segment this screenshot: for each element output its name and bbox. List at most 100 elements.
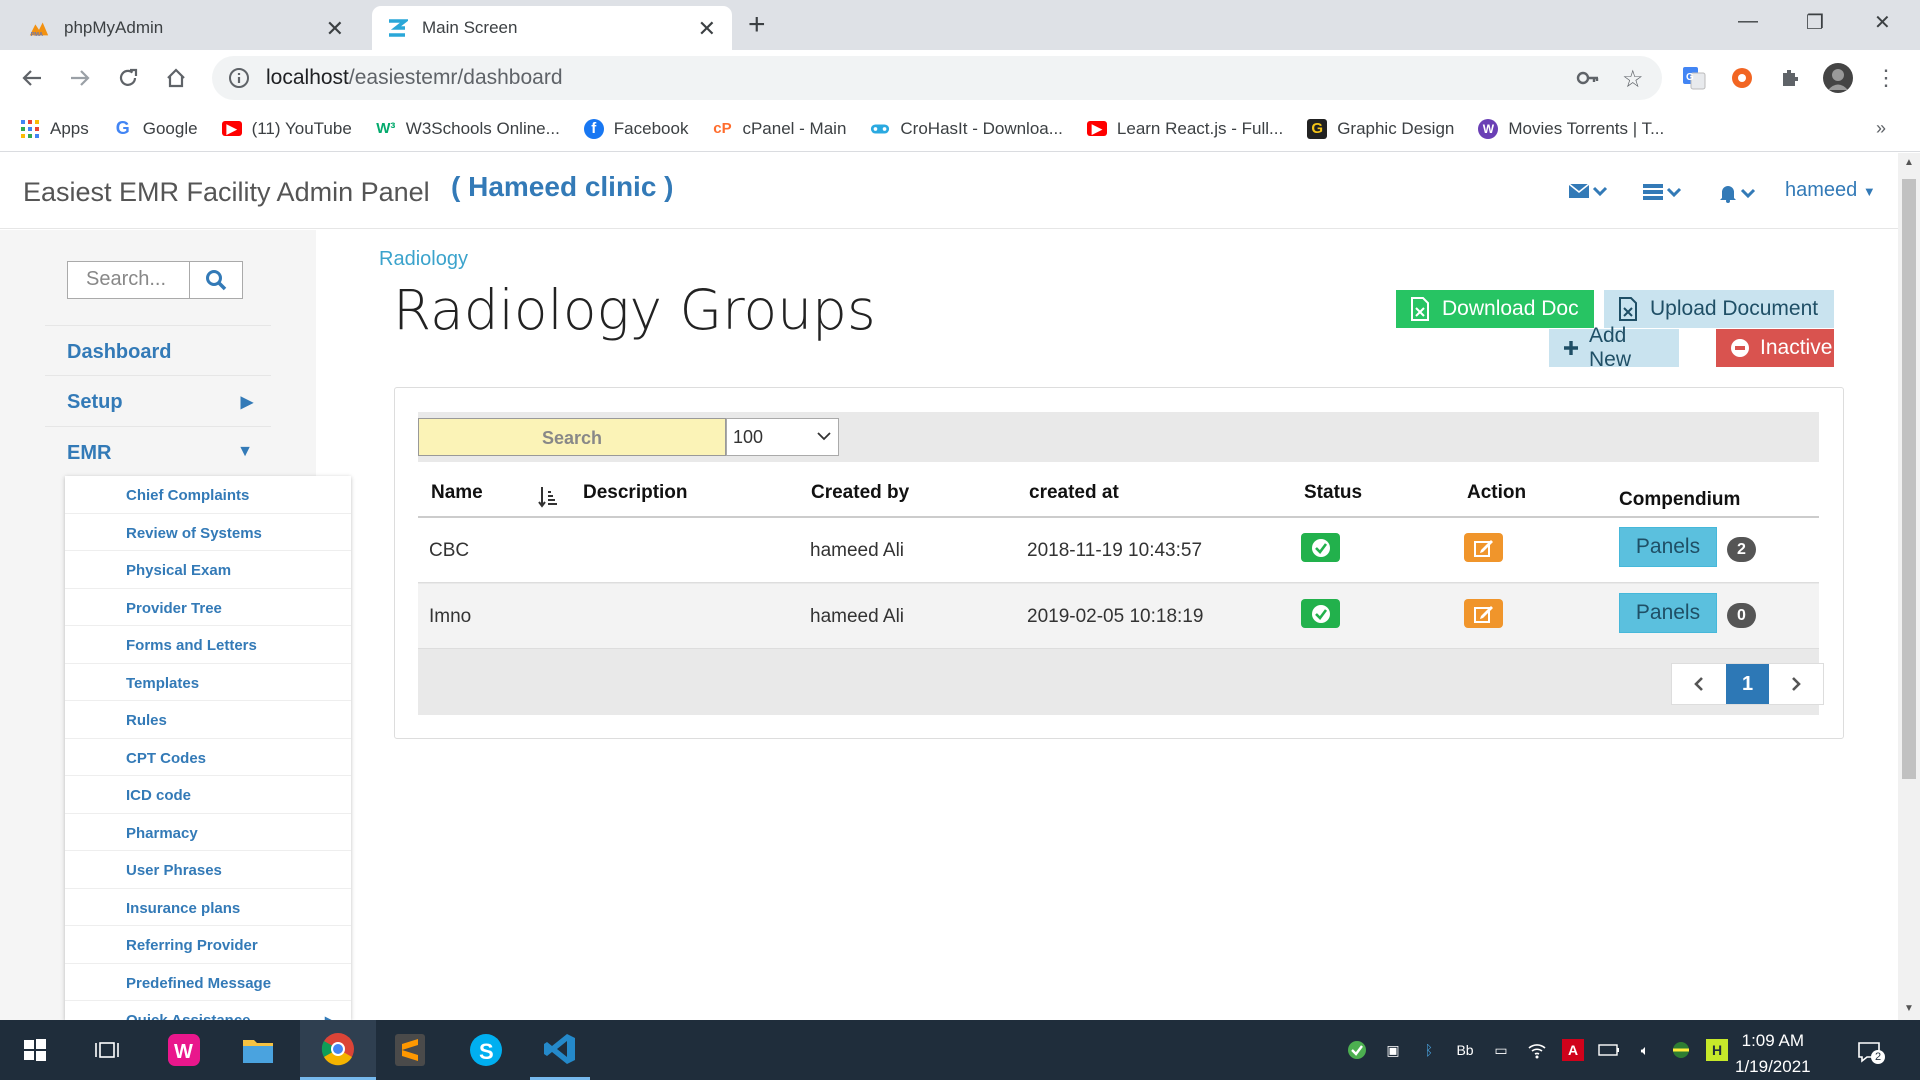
submenu-item[interactable]: Physical Exam: [65, 551, 351, 589]
url-input[interactable]: localhost/easiestemr/dashboard ☆: [212, 56, 1662, 100]
battery-icon[interactable]: [1598, 1039, 1620, 1061]
sidebar-item-setup[interactable]: Setup ▶: [45, 375, 271, 425]
edit-button[interactable]: [1464, 533, 1503, 562]
adobe-icon[interactable]: A: [1562, 1039, 1584, 1061]
submenu-item[interactable]: CPT Codes: [65, 739, 351, 776]
google-translate-icon[interactable]: G: [1678, 62, 1710, 94]
wamp-server-icon[interactable]: W: [154, 1020, 214, 1080]
bookmark-crohasit[interactable]: CroHasIt - Downloa...: [870, 119, 1063, 139]
tray-green-icon[interactable]: [1670, 1039, 1692, 1061]
system-clock[interactable]: 1:09 AM 1/19/2021: [1735, 1028, 1811, 1080]
submenu-item[interactable]: Referring Provider: [65, 926, 351, 964]
panels-button[interactable]: Panels: [1619, 593, 1717, 633]
tray-check-icon[interactable]: [1346, 1039, 1368, 1061]
column-header-compendium[interactable]: Compendium: [1619, 489, 1740, 511]
tray-camera-icon[interactable]: ▣: [1382, 1039, 1404, 1061]
volume-icon[interactable]: 🔈︎: [1634, 1039, 1656, 1061]
submenu-item[interactable]: Insurance plans: [65, 889, 351, 926]
extensions-puzzle-icon[interactable]: [1774, 62, 1806, 94]
scroll-down-icon[interactable]: ▼: [1904, 1003, 1914, 1014]
chrome-icon[interactable]: [300, 1020, 376, 1080]
bookmark-facebook[interactable]: f Facebook: [583, 118, 688, 139]
tray-font-icon[interactable]: Bb: [1454, 1039, 1476, 1061]
submenu-item[interactable]: Quick Assistance ▶: [65, 1001, 351, 1020]
search-icon[interactable]: [190, 262, 242, 298]
bookmark-w3schools[interactable]: W³ W3Schools Online...: [376, 119, 560, 139]
column-header-created-at[interactable]: created at: [1029, 482, 1119, 504]
sort-icon[interactable]: [538, 486, 558, 508]
tab-phpmyadmin[interactable]: PMA phpMyAdmin ✕: [14, 6, 364, 50]
sidebar-search-input[interactable]: Search...: [68, 262, 190, 298]
sidebar-item-dashboard[interactable]: Dashboard: [45, 325, 271, 375]
skype-icon[interactable]: S: [456, 1020, 516, 1080]
minimize-icon[interactable]: —: [1738, 10, 1758, 33]
sublime-text-icon[interactable]: [380, 1020, 440, 1080]
submenu-item[interactable]: ICD code: [65, 776, 351, 814]
breadcrumb[interactable]: Radiology: [379, 248, 468, 271]
prev-page-icon[interactable]: [1672, 664, 1726, 704]
status-active-toggle[interactable]: [1301, 533, 1340, 562]
forward-icon[interactable]: [64, 62, 96, 94]
vscode-icon[interactable]: [530, 1020, 590, 1080]
close-tab-icon[interactable]: ✕: [698, 16, 716, 42]
tasks-menu[interactable]: [1642, 183, 1682, 201]
bookmark-graphic-design[interactable]: G Graphic Design: [1307, 118, 1454, 139]
next-page-icon[interactable]: [1769, 664, 1823, 704]
column-header-created-by[interactable]: Created by: [811, 482, 909, 504]
bookmark-learn-react[interactable]: ▶ Learn React.js - Full...: [1086, 119, 1283, 139]
profile-avatar[interactable]: [1822, 62, 1854, 94]
column-header-description[interactable]: Description: [583, 482, 688, 504]
inactive-button[interactable]: Inactive: [1716, 329, 1834, 367]
upload-document-button[interactable]: Upload Document: [1604, 290, 1834, 328]
home-icon[interactable]: [160, 62, 192, 94]
reload-icon[interactable]: [112, 62, 144, 94]
column-header-action[interactable]: Action: [1467, 482, 1526, 504]
submenu-item[interactable]: Chief Complaints: [65, 476, 351, 514]
add-new-button[interactable]: Add New: [1549, 324, 1679, 371]
column-header-name[interactable]: Name: [431, 482, 483, 504]
browser-menu-icon[interactable]: ⋮: [1870, 62, 1902, 94]
submenu-item[interactable]: Forms and Letters: [65, 626, 351, 664]
column-header-status[interactable]: Status: [1304, 482, 1362, 504]
info-icon[interactable]: [228, 67, 250, 89]
action-center-icon[interactable]: 2: [1856, 1039, 1885, 1065]
submenu-item[interactable]: Provider Tree: [65, 589, 351, 626]
submenu-item[interactable]: Templates: [65, 664, 351, 701]
more-bookmarks-icon[interactable]: »: [1876, 118, 1886, 139]
bluetooth-icon[interactable]: ᛒ: [1418, 1039, 1440, 1061]
submenu-item[interactable]: User Phrases: [65, 851, 351, 889]
panels-button[interactable]: Panels: [1619, 527, 1717, 567]
restore-icon[interactable]: ❐: [1806, 10, 1824, 35]
key-icon[interactable]: [1576, 67, 1600, 89]
windows-start-icon[interactable]: [5, 1020, 65, 1080]
download-doc-button[interactable]: Download Doc: [1396, 290, 1594, 328]
status-active-toggle[interactable]: [1301, 599, 1340, 628]
back-icon[interactable]: [16, 62, 48, 94]
tray-display-icon[interactable]: ▭: [1490, 1039, 1512, 1061]
submenu-item[interactable]: Review of Systems: [65, 514, 351, 551]
close-tab-icon[interactable]: ✕: [326, 16, 344, 42]
edit-button[interactable]: [1464, 599, 1503, 628]
new-tab-plus-icon[interactable]: +: [748, 8, 766, 42]
submenu-item[interactable]: Pharmacy: [65, 814, 351, 851]
file-explorer-icon[interactable]: [228, 1020, 288, 1080]
tray-app-icon[interactable]: H: [1706, 1039, 1728, 1061]
bookmark-google[interactable]: G Google: [113, 118, 198, 139]
task-view-icon[interactable]: [77, 1020, 137, 1080]
bookmark-apps[interactable]: Apps: [20, 119, 89, 139]
messages-menu[interactable]: [1568, 183, 1608, 199]
bookmark-youtube[interactable]: ▶ (11) YouTube: [221, 119, 352, 139]
submenu-item[interactable]: Predefined Message: [65, 964, 351, 1001]
submenu-item[interactable]: Rules: [65, 701, 351, 739]
bookmark-star-icon[interactable]: ☆: [1622, 65, 1644, 94]
sidebar-item-emr[interactable]: EMR ▼: [45, 426, 271, 476]
tab-main-screen[interactable]: Main Screen ✕: [372, 6, 732, 50]
notifications-menu[interactable]: [1718, 183, 1756, 203]
page-size-select[interactable]: 100: [726, 418, 839, 456]
bookmark-cpanel[interactable]: cP cPanel - Main: [712, 119, 846, 139]
scrollbar-thumb[interactable]: [1902, 179, 1916, 779]
extension-orange-icon[interactable]: [1726, 62, 1758, 94]
table-search-input[interactable]: Search: [418, 418, 726, 456]
scroll-up-icon[interactable]: ▲: [1904, 157, 1914, 168]
wifi-icon[interactable]: [1526, 1039, 1548, 1061]
